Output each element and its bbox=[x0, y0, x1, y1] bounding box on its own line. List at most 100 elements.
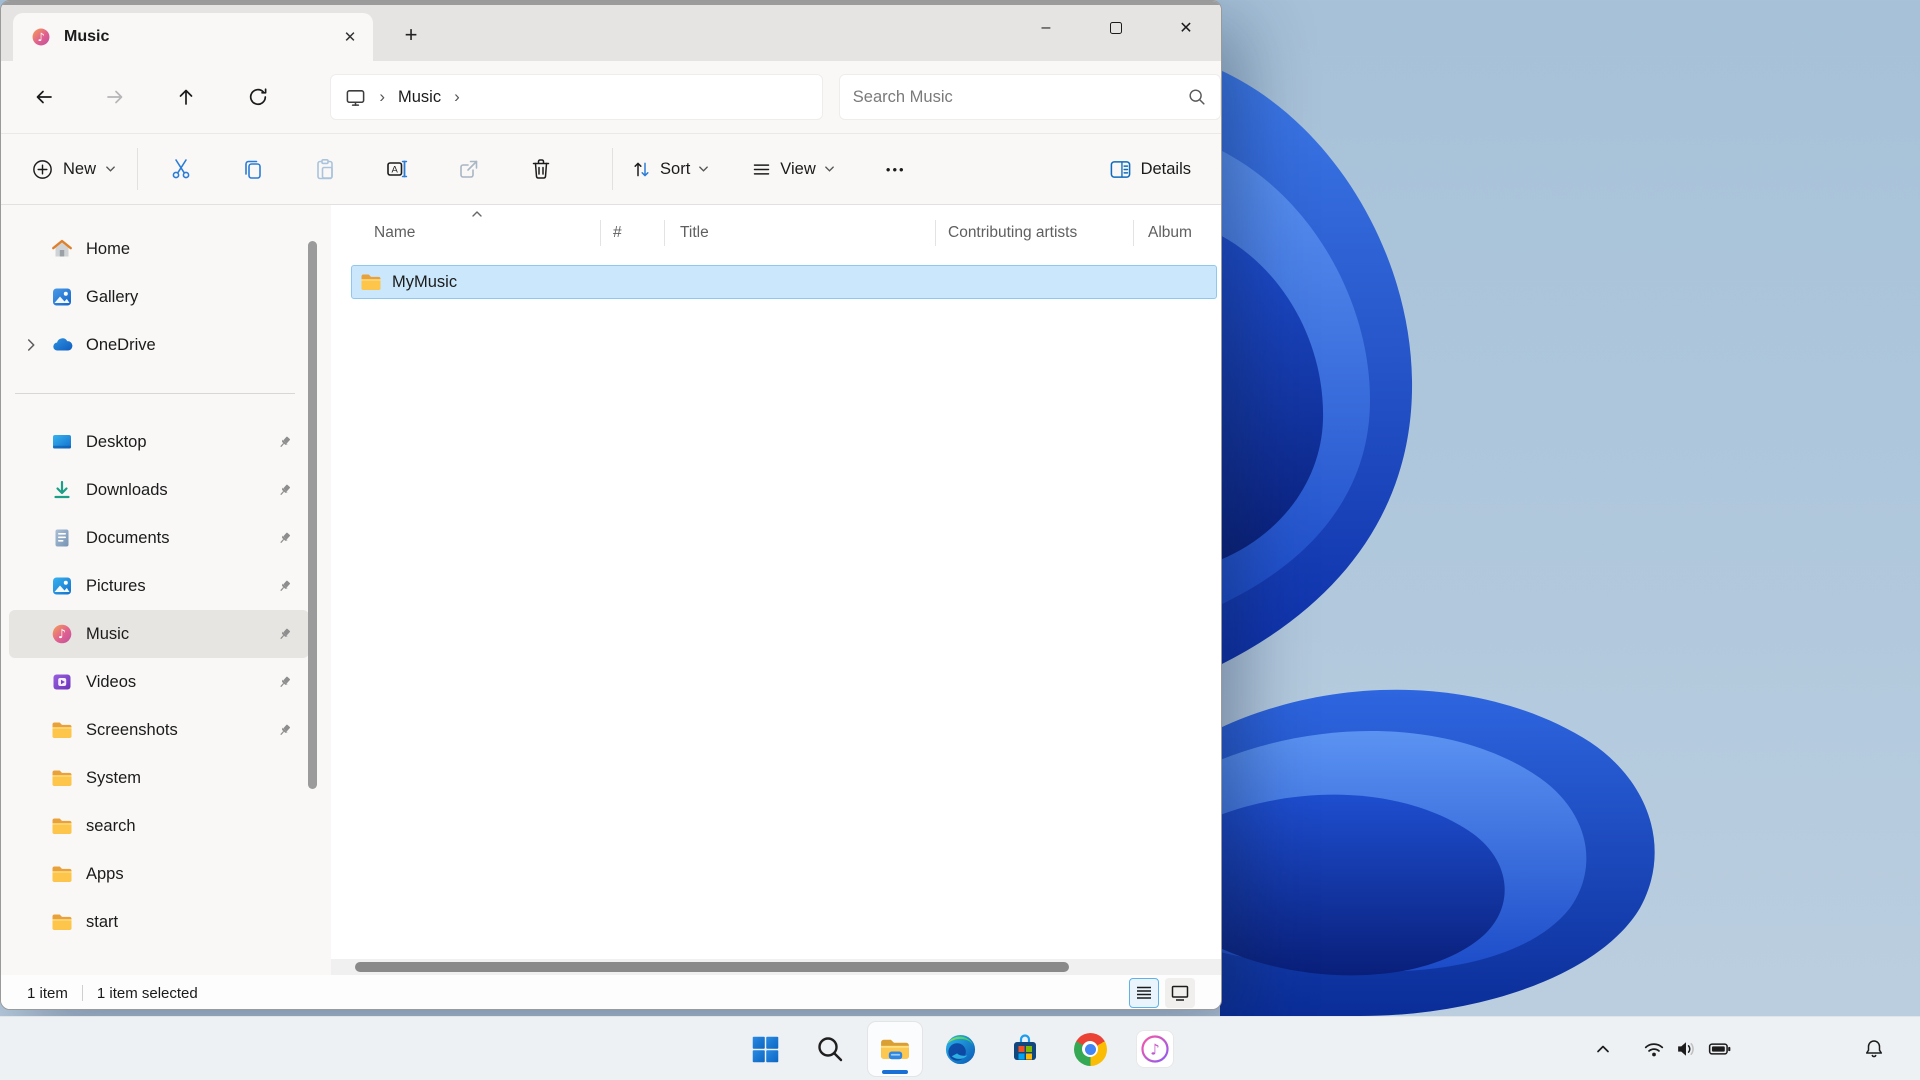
maximize-button[interactable] bbox=[1081, 5, 1151, 51]
close-button[interactable]: ✕ bbox=[1151, 5, 1221, 51]
chevron-up-icon bbox=[1597, 1045, 1609, 1053]
new-tab-button[interactable]: + bbox=[393, 17, 429, 53]
view-button[interactable]: View bbox=[751, 159, 834, 180]
column-header-title[interactable]: Title bbox=[664, 220, 935, 246]
chevron-down-icon bbox=[699, 166, 709, 172]
delete-button[interactable] bbox=[519, 147, 563, 191]
sidebar-item-gallery[interactable]: Gallery bbox=[9, 273, 309, 321]
tab-music[interactable]: Music ✕ bbox=[13, 13, 373, 61]
horizontal-scrollbar-thumb[interactable] bbox=[355, 962, 1069, 972]
folder-icon bbox=[51, 815, 73, 837]
breadcrumb[interactable]: › Music › bbox=[330, 74, 823, 120]
new-button[interactable]: New bbox=[31, 158, 116, 181]
sidebar-item-music[interactable]: Music bbox=[9, 610, 309, 658]
svg-text:♪: ♪ bbox=[1150, 1041, 1160, 1059]
active-app-indicator bbox=[882, 1070, 908, 1074]
column-header-album[interactable]: Album bbox=[1133, 220, 1221, 246]
taskbar-chrome-button[interactable] bbox=[1063, 1022, 1117, 1076]
column-header-number[interactable]: # bbox=[600, 220, 664, 246]
bell-icon bbox=[1865, 1040, 1883, 1058]
pin-icon bbox=[276, 434, 293, 451]
details-view-icon bbox=[1137, 986, 1151, 999]
large-icons-view-toggle[interactable] bbox=[1165, 978, 1195, 1008]
chevron-down-icon bbox=[106, 166, 115, 172]
minimize-button[interactable]: – bbox=[1011, 5, 1081, 51]
home-icon bbox=[51, 238, 73, 260]
this-pc-icon bbox=[345, 87, 366, 108]
sidebar-item-home[interactable]: Home bbox=[9, 225, 309, 273]
sidebar-item-screenshots[interactable]: Screenshots bbox=[9, 706, 309, 754]
system-tray-status-button[interactable] bbox=[1635, 1017, 1740, 1080]
file-explorer-icon bbox=[880, 1039, 909, 1059]
view-list-icon bbox=[754, 163, 770, 175]
file-row-mymusic[interactable]: MyMusic bbox=[351, 265, 1217, 299]
sidebar-item-system[interactable]: System bbox=[9, 754, 309, 802]
taskbar-itunes-button[interactable]: ♪ bbox=[1128, 1022, 1182, 1076]
copy-button[interactable] bbox=[231, 147, 275, 191]
copy-icon bbox=[245, 160, 261, 179]
column-header-name[interactable]: Name bbox=[331, 220, 600, 246]
share-button[interactable] bbox=[447, 147, 491, 191]
file-explorer-window: Music ✕ + – ✕ › Music › Search Music New… bbox=[0, 0, 1222, 1010]
sidebar-scrollbar-thumb[interactable] bbox=[308, 241, 317, 789]
taskbar-file-explorer-button[interactable] bbox=[868, 1022, 922, 1076]
taskbar-store-button[interactable] bbox=[998, 1022, 1052, 1076]
desktop-icon bbox=[51, 431, 73, 453]
sidebar-item-documents[interactable]: Documents bbox=[9, 514, 309, 562]
expand-chevron-icon[interactable] bbox=[21, 335, 41, 355]
column-header-contributing-artists[interactable]: Contributing artists bbox=[935, 220, 1133, 246]
more-options-button[interactable]: ••• bbox=[877, 147, 915, 191]
cut-button[interactable] bbox=[159, 147, 203, 191]
folder-icon bbox=[51, 767, 73, 789]
rename-button[interactable]: A bbox=[375, 147, 419, 191]
forward-button[interactable] bbox=[94, 77, 135, 117]
taskbar-edge-button[interactable] bbox=[933, 1022, 987, 1076]
command-toolbar: New A Sort View ••• Details bbox=[1, 133, 1221, 205]
sort-button[interactable]: Sort bbox=[631, 159, 709, 180]
windows-start-icon bbox=[752, 1036, 778, 1062]
sidebar-item-start[interactable]: start bbox=[9, 898, 309, 946]
sidebar-item-downloads[interactable]: Downloads bbox=[9, 466, 309, 514]
file-name: MyMusic bbox=[392, 272, 458, 291]
back-button[interactable] bbox=[23, 77, 64, 117]
refresh-icon bbox=[249, 88, 267, 106]
search-icon bbox=[1187, 87, 1207, 107]
sidebar-item-apps[interactable]: Apps bbox=[9, 850, 309, 898]
downloads-icon bbox=[51, 479, 73, 501]
sidebar-divider bbox=[15, 393, 295, 394]
selection-count: 1 item selected bbox=[96, 984, 198, 1002]
details-pane-label: Details bbox=[1140, 159, 1191, 178]
folder-icon bbox=[51, 863, 73, 885]
taskbar-search-button[interactable] bbox=[803, 1022, 857, 1076]
sidebar-item-onedrive[interactable]: OneDrive bbox=[9, 321, 309, 369]
search-input[interactable] bbox=[852, 87, 1188, 107]
large-icons-view-icon bbox=[1171, 985, 1189, 1001]
sidebar-item-pictures[interactable]: Pictures bbox=[9, 562, 309, 610]
show-hidden-icons-button[interactable] bbox=[1585, 1017, 1621, 1080]
refresh-button[interactable] bbox=[237, 77, 278, 117]
notification-center-button[interactable] bbox=[1855, 1017, 1893, 1080]
sidebar-item-videos[interactable]: Videos bbox=[9, 658, 309, 706]
paste-button[interactable] bbox=[303, 147, 347, 191]
up-button[interactable] bbox=[166, 77, 207, 117]
documents-icon bbox=[51, 527, 73, 549]
breadcrumb-separator-icon: › bbox=[379, 87, 385, 106]
status-bar: 1 item 1 item selected bbox=[1, 975, 1221, 1009]
start-button[interactable] bbox=[738, 1022, 792, 1076]
details-pane-button[interactable]: Details bbox=[1109, 158, 1191, 181]
search-icon bbox=[818, 1037, 843, 1062]
sidebar-item-desktop[interactable]: Desktop bbox=[9, 418, 309, 466]
breadcrumb-item-music[interactable]: Music bbox=[398, 88, 441, 107]
onedrive-icon bbox=[51, 334, 73, 356]
pin-icon bbox=[276, 482, 293, 499]
music-icon bbox=[51, 623, 73, 645]
wifi-icon bbox=[1644, 1043, 1664, 1057]
tab-title: Music bbox=[64, 28, 110, 45]
chrome-icon bbox=[1073, 1032, 1107, 1066]
horizontal-scrollbar[interactable] bbox=[331, 959, 1221, 975]
sidebar-item-search[interactable]: search bbox=[9, 802, 309, 850]
chevron-down-icon bbox=[824, 166, 834, 172]
details-view-toggle[interactable] bbox=[1129, 978, 1159, 1008]
pin-icon bbox=[276, 674, 293, 691]
tab-close-icon[interactable]: ✕ bbox=[335, 22, 365, 52]
